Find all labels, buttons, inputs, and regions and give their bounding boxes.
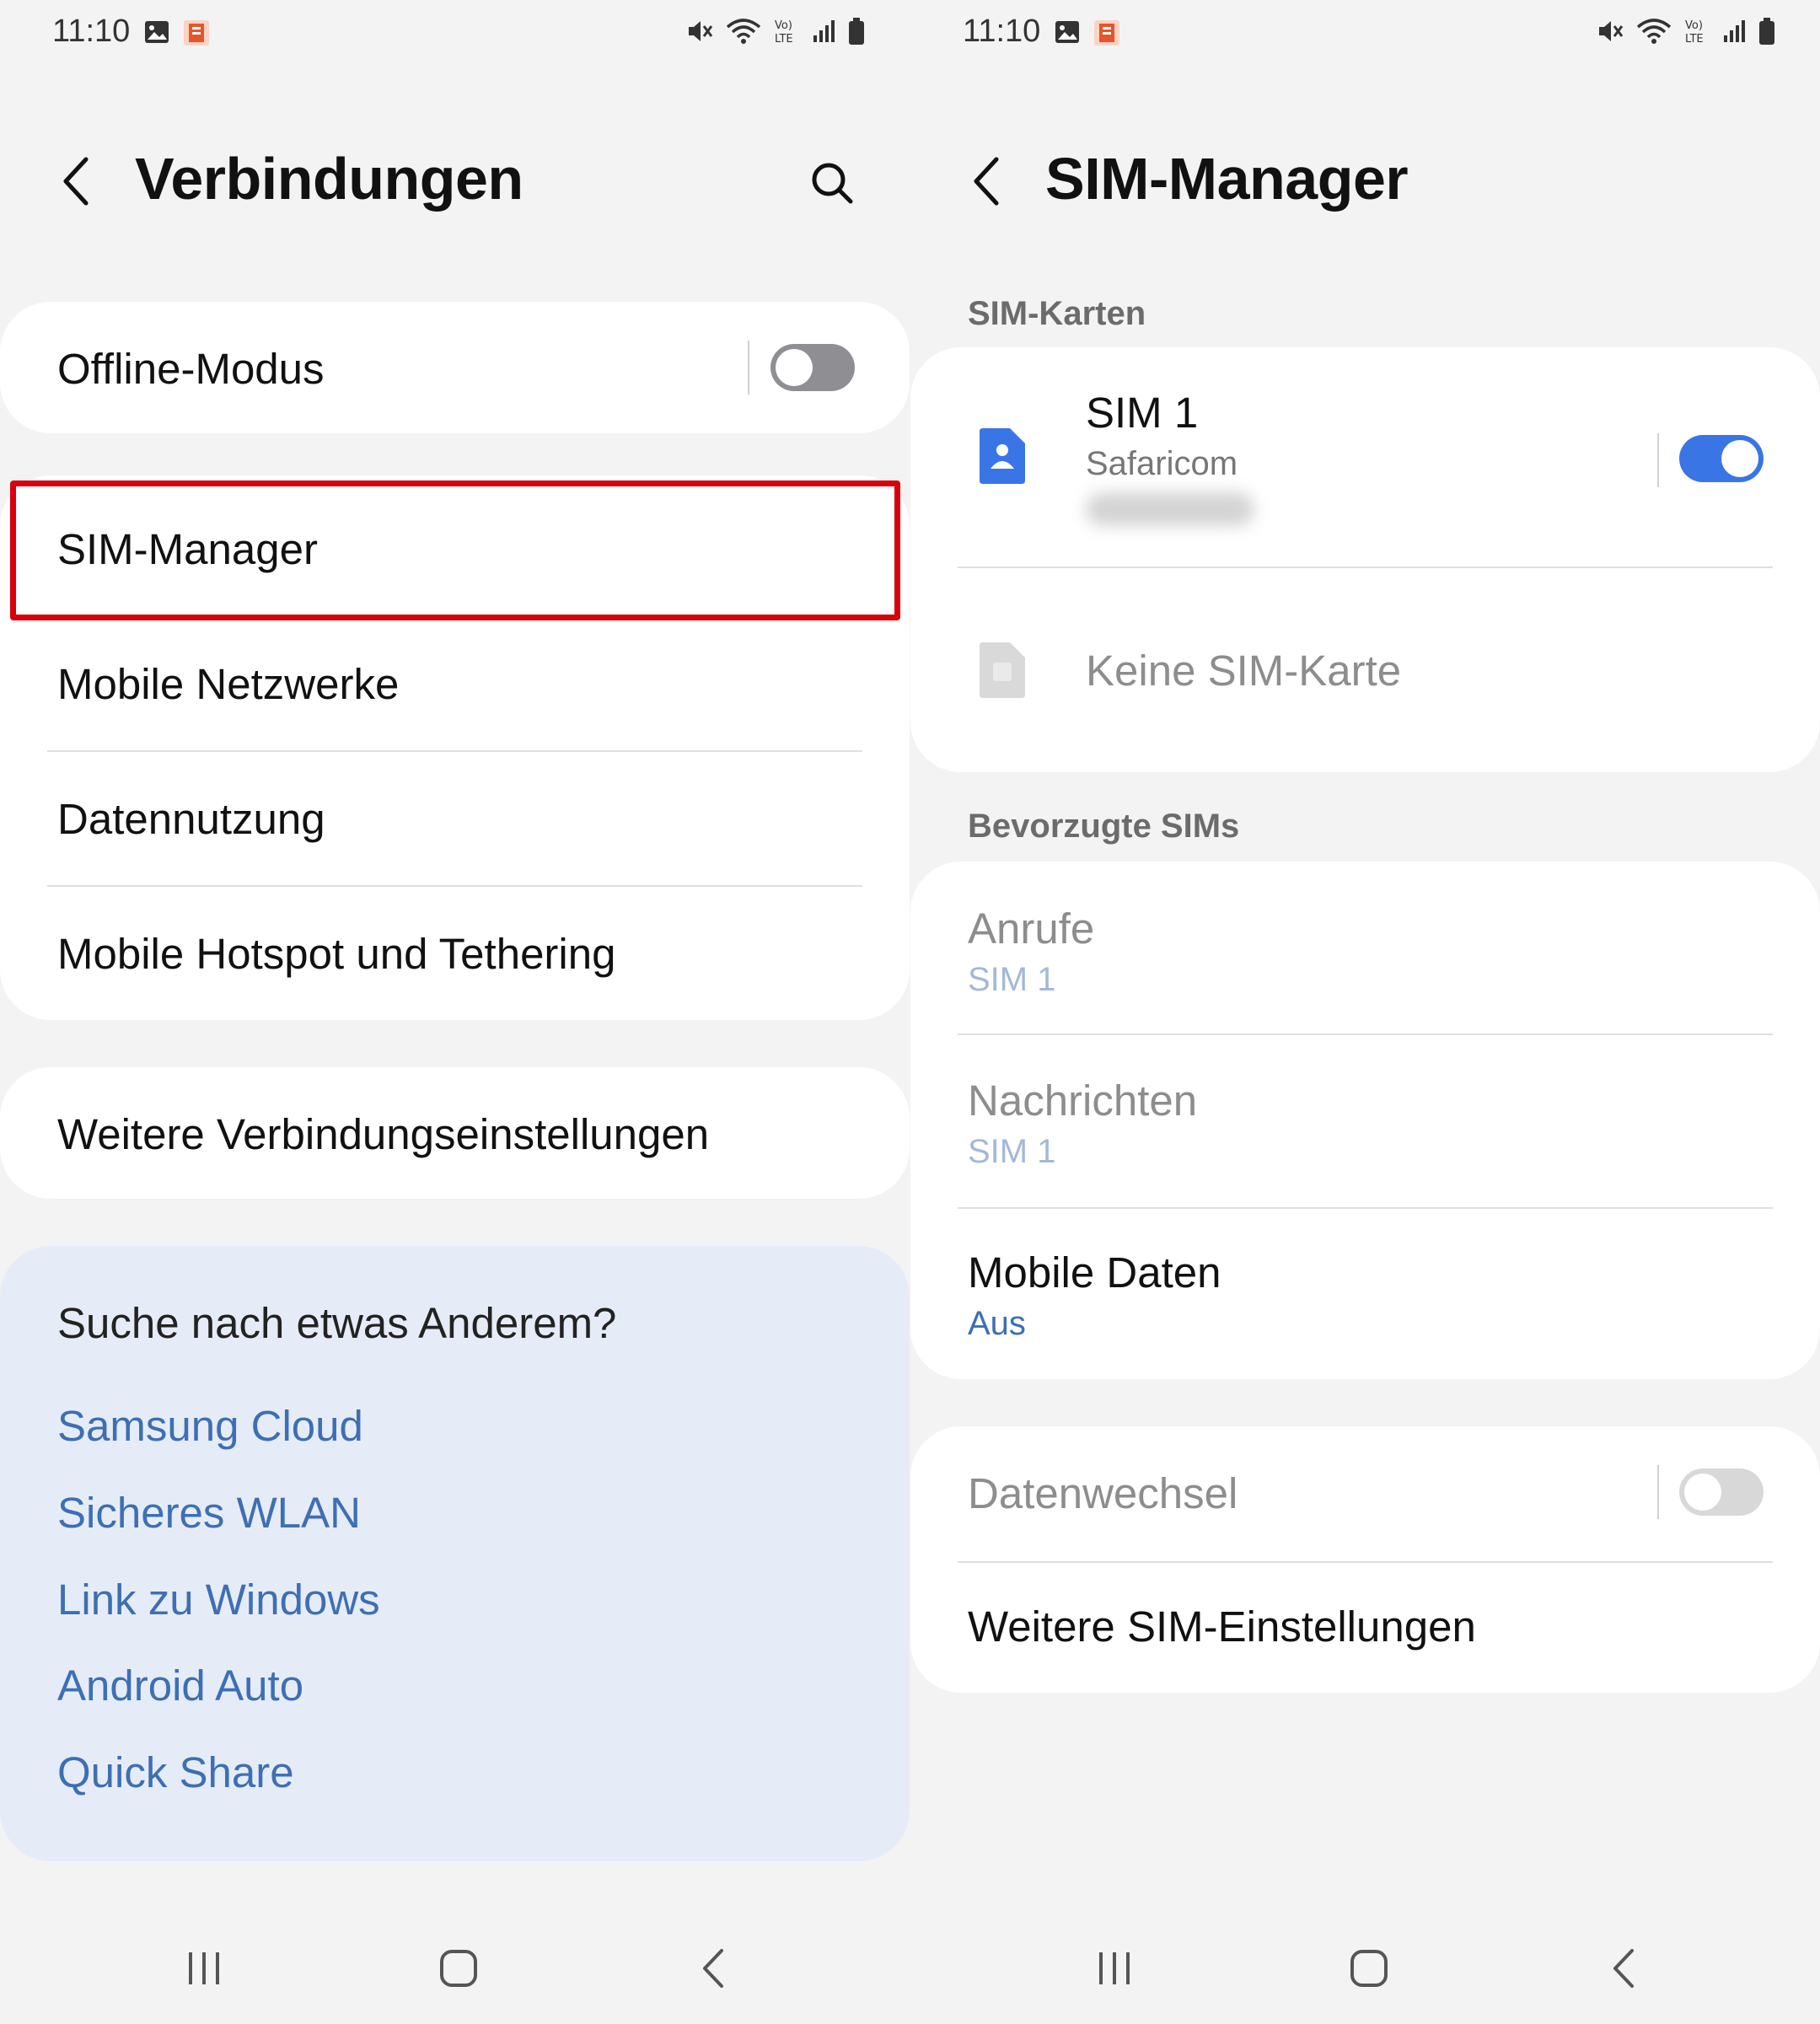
empty-sim-icon [976, 642, 1025, 702]
toggle-knob [1721, 440, 1758, 477]
divider [47, 885, 862, 887]
office-notification-icon [182, 19, 211, 51]
volte-icon: Vo) LTE [1683, 17, 1710, 50]
search-icon [812, 163, 853, 204]
toggle-knob [1684, 1474, 1721, 1511]
back-icon [1613, 1949, 1634, 1988]
back-button[interactable] [52, 152, 99, 211]
toggle-separator [1657, 433, 1659, 487]
divider [958, 1033, 1773, 1035]
divider [958, 1561, 1773, 1563]
navigation-bar [0, 1930, 910, 2006]
back-button[interactable] [963, 152, 1010, 211]
link-secure-wifi[interactable]: Sicheres WLAN [57, 1488, 361, 1538]
wifi-icon [726, 17, 761, 50]
more-sim-settings-label[interactable]: Weitere SIM-Einstellungen [968, 1602, 1476, 1651]
messages-value: SIM 1 [968, 1133, 1056, 1170]
svg-text:LTE: LTE [1685, 33, 1704, 46]
toggle-knob [776, 349, 813, 386]
more-connection-settings-card[interactable]: Weitere Verbindungseinstellungen [0, 1067, 910, 1199]
home-button[interactable] [421, 1930, 497, 2006]
divider [958, 566, 1773, 568]
offline-mode-card: Offline-Modus [0, 302, 910, 433]
connections-screen: 11:10 Vo) LTE Verbindungen Offline-Modus… [0, 0, 910, 2024]
no-sim-label: Keine SIM-Karte [1086, 647, 1402, 695]
list-item-hotspot-tethering[interactable]: Mobile Hotspot und Tethering [57, 929, 615, 979]
office-notification-icon [1093, 19, 1121, 51]
chevron-left-icon [974, 157, 999, 206]
divider [47, 750, 862, 752]
mute-icon [1596, 17, 1624, 50]
preferred-sims-card: Anrufe SIM 1 Nachrichten SIM 1 Mobile Da… [910, 862, 1820, 1379]
svg-text:Vo): Vo) [1685, 19, 1703, 32]
link-android-auto[interactable]: Android Auto [57, 1661, 303, 1710]
calls-label: Anrufe [968, 905, 1095, 953]
svg-text:LTE: LTE [775, 33, 793, 46]
gallery-notification-icon [143, 19, 170, 51]
sim-cards-card: SIM 1 Safaricom Keine SIM-Karte [910, 347, 1820, 772]
page-title: SIM-Manager [1045, 146, 1409, 212]
data-switch-label: Datenwechsel [968, 1469, 1238, 1517]
offline-mode-label: Offline-Modus [57, 345, 325, 393]
nav-back-button[interactable] [676, 1930, 752, 2006]
mobile-data-value: Aus [968, 1305, 1026, 1342]
list-item-data-usage[interactable]: Datennutzung [57, 794, 325, 844]
sim-manager-screen: 11:10 Vo) LTE SIM-Manager SIM-Karten SIM… [910, 0, 1820, 2024]
page-title: Verbindungen [135, 146, 523, 212]
back-icon [703, 1949, 723, 1988]
status-time: 11:10 [52, 13, 131, 49]
recents-icon [189, 1952, 219, 1984]
section-header-sim-cards: SIM-Karten [968, 295, 1146, 332]
navigation-bar [910, 1930, 1820, 2006]
search-button[interactable] [803, 153, 862, 212]
section-header-preferred-sims: Bevorzugte SIMs [968, 808, 1240, 845]
gallery-notification-icon [1054, 19, 1081, 51]
suggestions-title: Suche nach etwas Anderem? [57, 1299, 617, 1347]
sim-card-icon [976, 428, 1025, 488]
status-bar: 11:10 Vo) LTE [0, 0, 910, 67]
blurred-phone-number [1086, 492, 1254, 526]
battery-icon [1758, 17, 1776, 50]
link-to-windows[interactable]: Link zu Windows [57, 1575, 380, 1624]
status-time: 11:10 [963, 13, 1041, 49]
divider [958, 1207, 1773, 1209]
messages-label: Nachrichten [968, 1076, 1198, 1125]
sim1-name[interactable]: SIM 1 [1086, 388, 1198, 438]
home-button[interactable] [1331, 1930, 1407, 2006]
recents-icon [1099, 1952, 1130, 1984]
mobile-data-label[interactable]: Mobile Daten [968, 1248, 1221, 1297]
link-quick-share[interactable]: Quick Share [57, 1748, 294, 1797]
data-switch-toggle[interactable] [1679, 1468, 1764, 1516]
nav-back-button[interactable] [1586, 1930, 1662, 2006]
home-icon [1350, 1950, 1388, 1987]
svg-text:Vo): Vo) [775, 19, 792, 32]
mute-icon [685, 17, 714, 50]
sim1-carrier: Safaricom [1086, 445, 1238, 482]
home-icon [440, 1950, 477, 1987]
calls-value: SIM 1 [968, 961, 1056, 998]
highlight-box [10, 480, 900, 620]
recents-button[interactable] [1076, 1930, 1152, 2006]
list-item-mobile-networks[interactable]: Mobile Netzwerke [57, 659, 399, 709]
volte-icon: Vo) LTE [773, 17, 800, 50]
status-bar: 11:10 Vo) LTE [910, 0, 1820, 67]
link-samsung-cloud[interactable]: Samsung Cloud [57, 1401, 363, 1451]
sim1-toggle[interactable] [1679, 435, 1764, 482]
signal-icon [812, 19, 835, 48]
recents-button[interactable] [166, 1930, 242, 2006]
chevron-left-icon [63, 157, 89, 206]
data-switch-card: Datenwechsel Weitere SIM-Einstellungen [910, 1426, 1820, 1693]
offline-mode-toggle[interactable] [770, 344, 855, 391]
toggle-separator [748, 341, 749, 395]
wifi-icon [1636, 17, 1672, 50]
toggle-separator [1657, 1465, 1659, 1519]
signal-icon [1722, 19, 1746, 48]
battery-icon [847, 17, 866, 50]
more-connection-settings-label: Weitere Verbindungseinstellungen [57, 1110, 710, 1158]
